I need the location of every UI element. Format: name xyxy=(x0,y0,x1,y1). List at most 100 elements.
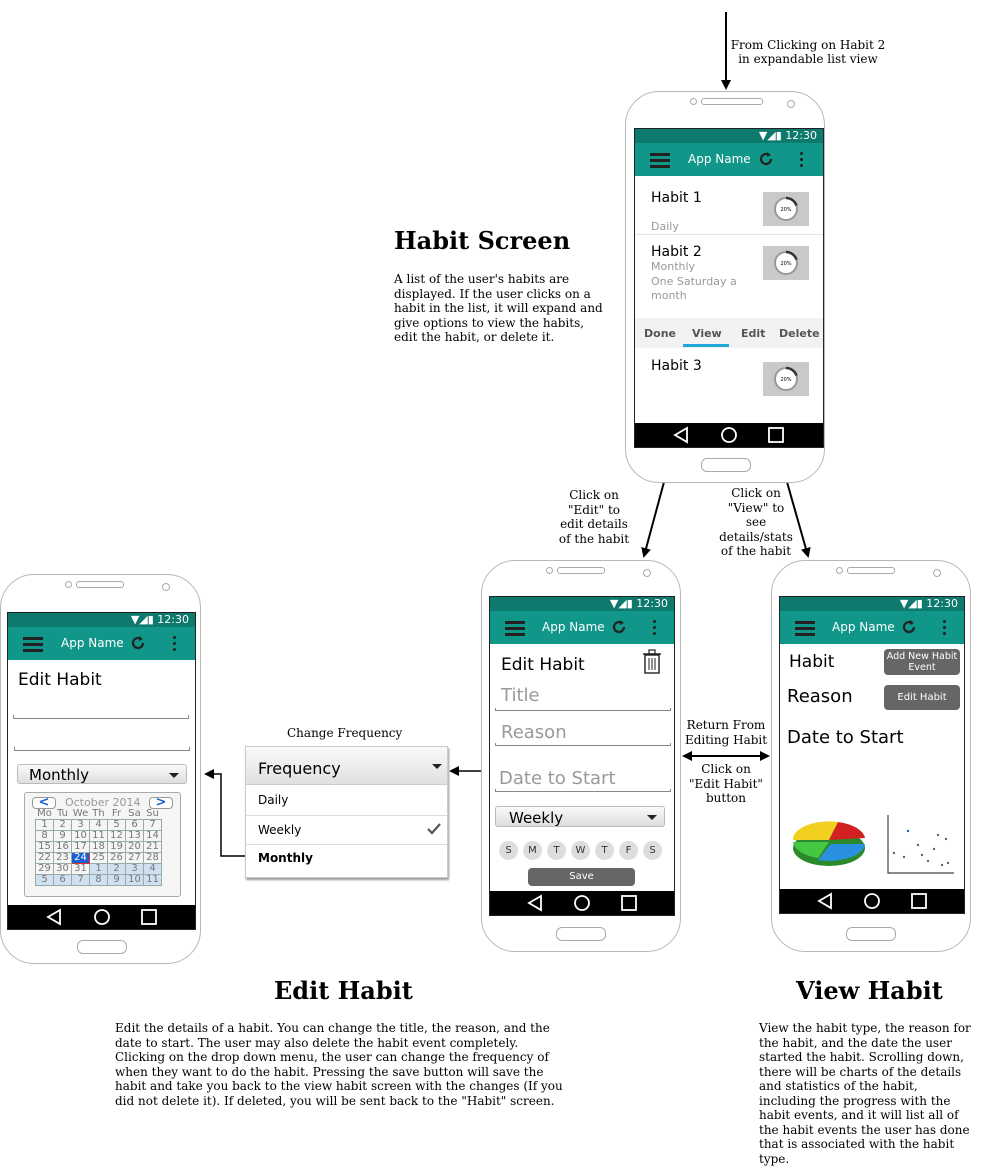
calendar-day[interactable]: 10 xyxy=(71,830,90,842)
recents-icon[interactable] xyxy=(620,894,638,912)
save-button[interactable]: Save xyxy=(528,868,635,886)
calendar-day[interactable]: 4 xyxy=(143,863,162,875)
overflow-menu-icon[interactable] xyxy=(173,636,177,654)
edit-habit-heading: Edit Habit xyxy=(274,976,413,1005)
recents-icon[interactable] xyxy=(140,908,158,926)
calendar-day[interactable]: 3 xyxy=(125,863,144,875)
calendar-day[interactable]: 11 xyxy=(143,874,162,886)
day-toggle[interactable]: T xyxy=(547,841,566,860)
frequency-popup-header[interactable]: Frequency xyxy=(246,747,447,785)
calendar-day[interactable]: 16 xyxy=(53,841,72,853)
app-title: App Name xyxy=(61,636,124,650)
reason-field[interactable]: Reason xyxy=(501,722,567,743)
day-toggle[interactable]: S xyxy=(643,841,662,860)
calendar-day[interactable]: 1 xyxy=(89,863,108,875)
calendar-day[interactable]: 23 xyxy=(53,852,72,864)
calendar-day[interactable]: 29 xyxy=(35,863,54,875)
list-item[interactable]: Habit 1 Daily 20% xyxy=(635,176,823,235)
refresh-icon[interactable] xyxy=(757,150,775,168)
day-toggle[interactable]: W xyxy=(571,841,590,860)
calendar-day[interactable]: 22 xyxy=(35,852,54,864)
frequency-option[interactable]: Monthly xyxy=(246,845,447,873)
calendar-day[interactable]: 1 xyxy=(35,819,54,831)
calendar-day[interactable]: 6 xyxy=(125,819,144,831)
calendar-day[interactable]: 2 xyxy=(107,863,126,875)
frequency-option[interactable]: Daily xyxy=(246,785,447,816)
calendar-day[interactable]: 10 xyxy=(125,874,144,886)
list-item-expanded[interactable]: Habit 2 Monthly One Saturday a month 20% xyxy=(635,234,823,319)
calendar-day[interactable]: 7 xyxy=(71,874,90,886)
calendar-day[interactable]: 14 xyxy=(143,830,162,842)
calendar-day[interactable]: 28 xyxy=(143,852,162,864)
title-field[interactable]: Title xyxy=(501,685,540,706)
back-icon[interactable] xyxy=(46,908,62,926)
overflow-menu-icon[interactable] xyxy=(653,620,657,638)
calendar-day[interactable]: 21 xyxy=(143,841,162,853)
refresh-icon[interactable] xyxy=(129,634,147,652)
home-icon[interactable] xyxy=(863,892,881,910)
change-frequency-label: Change Frequency xyxy=(287,726,403,740)
calendar-day[interactable]: 30 xyxy=(53,863,72,875)
calendar-day[interactable]: 13 xyxy=(125,830,144,842)
calendar-day[interactable]: 27 xyxy=(125,852,144,864)
calendar-day[interactable]: 8 xyxy=(89,874,108,886)
calendar-day-selected[interactable]: 24 xyxy=(71,852,90,864)
frequency-dropdown[interactable]: Weekly xyxy=(495,806,665,827)
date-field[interactable]: Date to Start xyxy=(499,768,616,789)
tab-delete[interactable]: Delete xyxy=(779,327,820,340)
calendar-day[interactable]: 19 xyxy=(107,841,126,853)
day-toggle[interactable]: S xyxy=(499,841,518,860)
trash-icon[interactable] xyxy=(641,649,663,675)
back-icon[interactable] xyxy=(817,892,833,910)
calendar-day[interactable]: 2 xyxy=(53,819,72,831)
back-icon[interactable] xyxy=(527,894,543,912)
calendar-day[interactable]: 5 xyxy=(107,819,126,831)
home-icon[interactable] xyxy=(93,908,111,926)
day-toggle[interactable]: F xyxy=(619,841,638,860)
calendar-day[interactable]: 8 xyxy=(35,830,54,842)
menu-icon[interactable] xyxy=(795,621,815,636)
recents-icon[interactable] xyxy=(767,426,785,444)
add-habit-event-button[interactable]: Add New Habit Event xyxy=(884,649,960,675)
title-field[interactable] xyxy=(13,715,189,719)
calendar-day[interactable]: 20 xyxy=(125,841,144,853)
day-toggle[interactable]: T xyxy=(595,841,614,860)
home-icon[interactable] xyxy=(720,426,738,444)
menu-icon[interactable] xyxy=(23,637,43,652)
reason-field[interactable] xyxy=(14,747,190,751)
edit-habit-button[interactable]: Edit Habit xyxy=(884,685,960,710)
overflow-menu-icon[interactable] xyxy=(800,152,804,170)
tab-view[interactable]: View xyxy=(692,327,722,340)
calendar-day[interactable]: 26 xyxy=(107,852,126,864)
day-toggle[interactable]: M xyxy=(523,841,542,860)
app-title: App Name xyxy=(688,152,751,166)
overflow-menu-icon[interactable] xyxy=(943,620,947,638)
menu-icon[interactable] xyxy=(650,153,670,168)
calendar-day[interactable]: 17 xyxy=(71,841,90,853)
back-icon[interactable] xyxy=(673,426,689,444)
calendar-day[interactable]: 5 xyxy=(35,874,54,886)
calendar-day[interactable]: 18 xyxy=(89,841,108,853)
frequency-dropdown[interactable]: Monthly xyxy=(17,764,187,784)
status-bar: ▼◢▮ 12:30 xyxy=(8,613,195,627)
frequency-option[interactable]: Weekly xyxy=(246,816,447,845)
calendar-day[interactable]: 7 xyxy=(143,819,162,831)
calendar-day[interactable]: 6 xyxy=(53,874,72,886)
refresh-icon[interactable] xyxy=(610,618,628,636)
calendar-day[interactable]: 31 xyxy=(71,863,90,875)
calendar-day[interactable]: 15 xyxy=(35,841,54,853)
tab-done[interactable]: Done xyxy=(644,327,676,340)
refresh-icon[interactable] xyxy=(900,618,918,636)
calendar-day[interactable]: 11 xyxy=(89,830,108,842)
recents-icon[interactable] xyxy=(910,892,928,910)
calendar-day[interactable]: 9 xyxy=(53,830,72,842)
calendar-day[interactable]: 9 xyxy=(107,874,126,886)
home-icon[interactable] xyxy=(573,894,591,912)
list-item[interactable]: Habit 3 20% xyxy=(635,348,823,408)
calendar-day[interactable]: 25 xyxy=(89,852,108,864)
calendar-day[interactable]: 4 xyxy=(89,819,108,831)
tab-edit[interactable]: Edit xyxy=(741,327,765,340)
calendar-day[interactable]: 3 xyxy=(71,819,90,831)
calendar-day[interactable]: 12 xyxy=(107,830,126,842)
menu-icon[interactable] xyxy=(505,621,525,636)
